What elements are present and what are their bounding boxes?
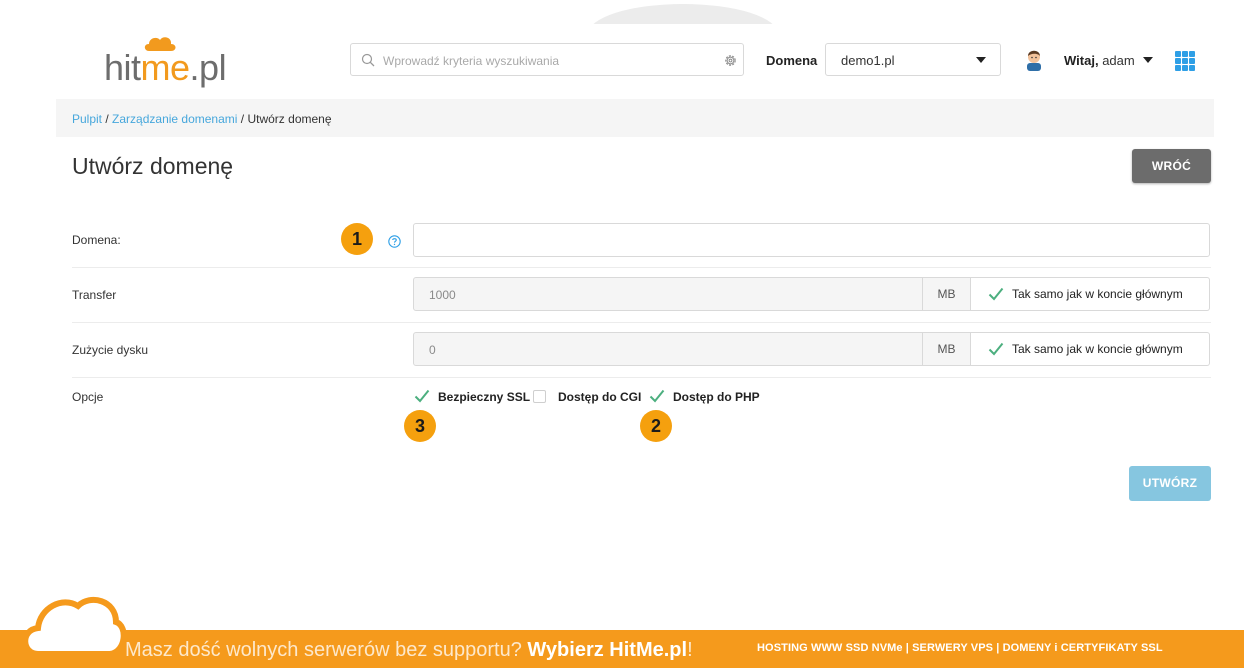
disk-same-label: Tak samo jak w koncie głównym <box>1012 342 1183 356</box>
search-input[interactable] <box>381 44 715 77</box>
breadcrumb-link-domains[interactable]: Zarządzanie domenami <box>112 112 237 126</box>
header: hitme.pl Domena demo1.pl Witaj, adam <box>0 24 1244 98</box>
breadcrumb: Pulpit / Zarządzanie domenami / Utwórz d… <box>56 99 1214 137</box>
user-greeting[interactable]: Witaj, adam <box>1064 53 1135 68</box>
domain-select[interactable]: demo1.pl <box>825 43 1001 76</box>
greeting-label: Witaj, <box>1064 53 1099 68</box>
back-button[interactable]: WRÓĆ <box>1132 149 1211 183</box>
footer-slogan[interactable]: Masz dość wolnych serwerów bez supportu?… <box>125 639 693 662</box>
cgi-checkbox[interactable] <box>533 390 546 403</box>
apps-grid-icon[interactable] <box>1175 51 1195 71</box>
chevron-down-icon <box>976 57 986 63</box>
help-icon[interactable] <box>388 235 401 248</box>
logo[interactable]: hitme.pl <box>104 47 227 88</box>
page-title: Utwórz domenę <box>72 153 234 179</box>
checkmark-icon <box>988 287 1004 301</box>
avatar[interactable] <box>1023 47 1045 71</box>
user-menu-chevron-icon[interactable] <box>1143 57 1153 63</box>
disk-field-label: Zużycie dysku <box>72 343 149 357</box>
step-badge-1: 1 <box>341 223 373 255</box>
php-option-label[interactable]: Dostęp do PHP <box>673 390 760 404</box>
logo-text-pl: .pl <box>189 47 227 88</box>
footer-slogan-part2: ! <box>687 639 693 661</box>
transfer-same-label: Tak samo jak w koncie głównym <box>1012 287 1183 301</box>
gear-icon[interactable] <box>723 53 738 68</box>
username: adam <box>1102 53 1135 68</box>
disk-input-value: 0 <box>429 343 436 357</box>
domain-input[interactable] <box>413 223 1210 257</box>
transfer-unit: MB <box>922 278 970 310</box>
create-button[interactable]: UTWÓRZ <box>1129 466 1211 501</box>
disk-unit: MB <box>922 333 970 365</box>
ssl-option-label[interactable]: Bezpieczny SSL <box>438 390 530 404</box>
checkmark-icon <box>988 342 1004 356</box>
cgi-option-label[interactable]: Dostęp do CGI <box>558 390 641 404</box>
transfer-input-value: 1000 <box>429 288 456 302</box>
search-box <box>350 43 744 77</box>
step-badge-3: 3 <box>404 410 436 442</box>
breadcrumb-separator: / <box>237 112 248 126</box>
php-checkbox[interactable] <box>649 389 665 403</box>
footer-slogan-bold: Wybierz HitMe.pl <box>527 639 688 661</box>
transfer-same-as-main-checkbox[interactable]: Tak samo jak w koncie głównym <box>971 277 1210 311</box>
footer-slogan-part1: Masz dość wolnych serwerów bez supportu? <box>125 639 528 661</box>
search-icon <box>361 53 375 67</box>
disk-input[interactable]: 0 <box>413 332 971 366</box>
breadcrumb-separator: / <box>102 112 113 126</box>
ssl-checkbox[interactable] <box>414 389 430 403</box>
footer-services[interactable]: HOSTING WWW SSD NVMe | SERWERY VPS | DOM… <box>757 642 1163 654</box>
logo-text-hit: hit <box>104 47 141 88</box>
step-badge-2: 2 <box>640 410 672 442</box>
breadcrumb-current: Utwórz domenę <box>247 112 332 126</box>
transfer-input[interactable]: 1000 <box>413 277 971 311</box>
transfer-field-label: Transfer <box>72 288 117 302</box>
options-field-label: Opcje <box>72 390 104 404</box>
logo-text-me: me <box>140 47 191 88</box>
domain-field-label: Domena: <box>72 233 121 247</box>
breadcrumb-link-dashboard[interactable]: Pulpit <box>72 112 102 126</box>
footer-cloud-icon <box>22 596 126 657</box>
domain-select-value: demo1.pl <box>841 53 895 68</box>
domain-select-label: Domena <box>766 53 818 68</box>
disk-same-as-main-checkbox[interactable]: Tak samo jak w koncie głównym <box>971 332 1210 366</box>
